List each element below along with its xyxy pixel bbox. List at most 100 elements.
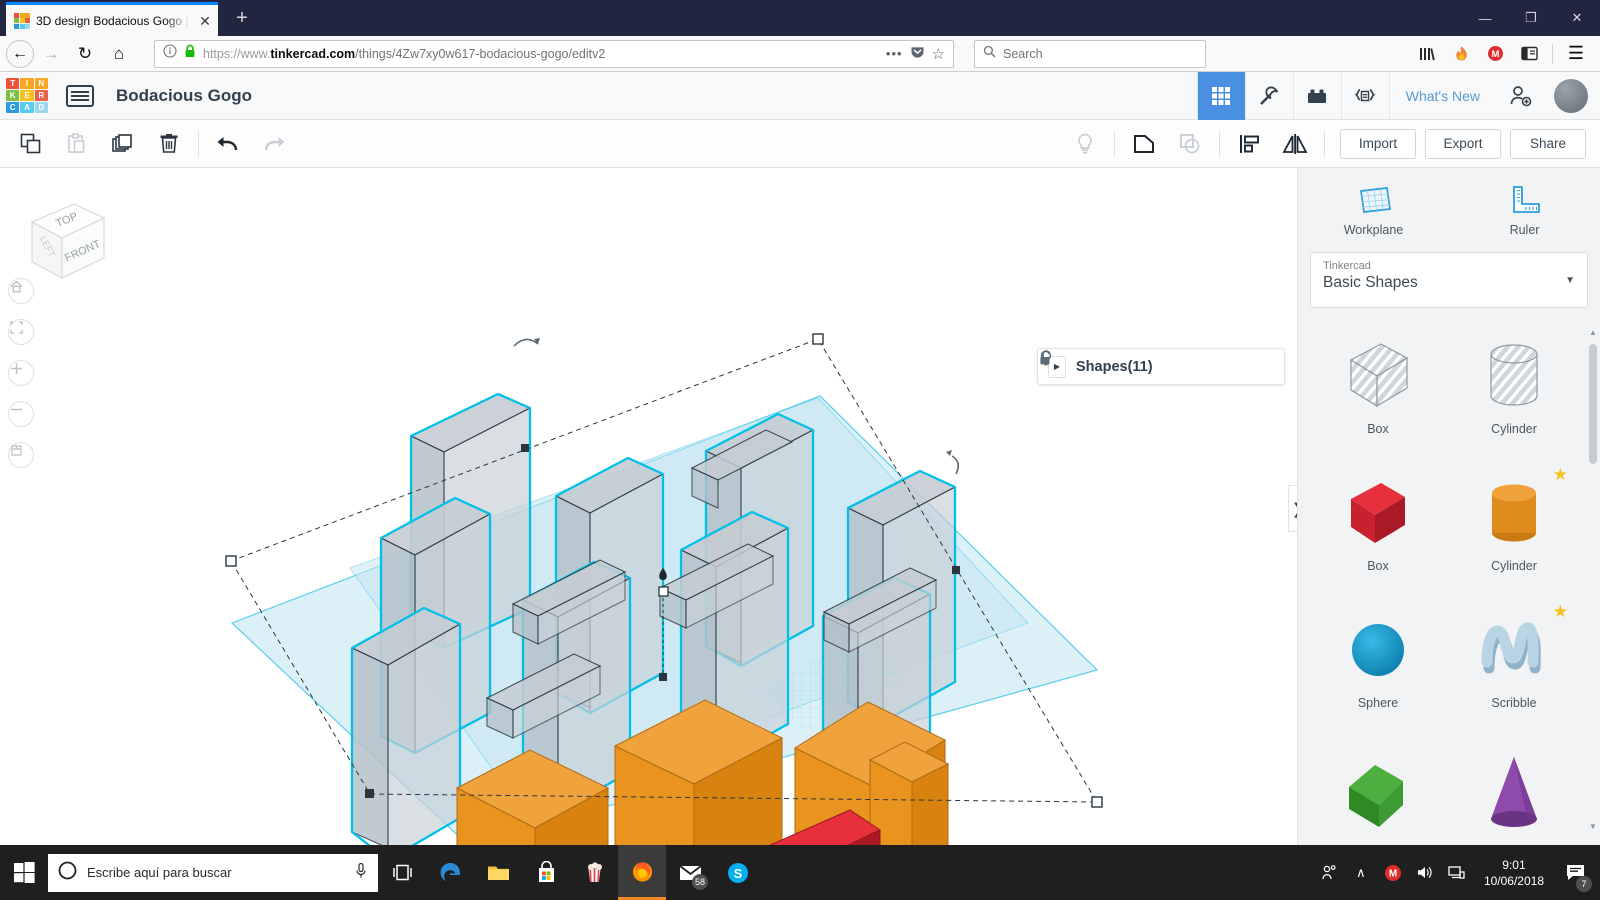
toolbar-divider — [198, 130, 199, 157]
reload-button[interactable]: ↻ — [68, 39, 102, 69]
zoom-out-button[interactable] — [8, 401, 34, 427]
pickaxe-minecraft-icon[interactable] — [1244, 71, 1293, 120]
scroll-up-arrow-icon[interactable]: ▲ — [1588, 326, 1598, 340]
browser-tab[interactable]: 3D design Bodacious Gogo | Tin ✕ — [6, 2, 218, 36]
microsoft-store-icon[interactable] — [522, 845, 570, 900]
shape-item-scribble[interactable]: ★ Scribble — [1446, 600, 1582, 737]
shape-item-sphere[interactable]: Sphere — [1310, 600, 1446, 737]
gmail-extension-icon[interactable]: M — [1479, 39, 1511, 69]
ruler-tool[interactable]: Ruler — [1449, 168, 1600, 252]
windows-start-icon[interactable] — [0, 845, 48, 900]
undo-icon[interactable] — [205, 121, 251, 167]
page-title[interactable]: Bodacious Gogo — [116, 86, 252, 106]
padlock-icon[interactable] — [184, 44, 196, 63]
import-button[interactable]: Import — [1340, 128, 1416, 159]
taskbar-search-input[interactable]: Escribe aquí para buscar — [87, 865, 344, 880]
shape-item-hole-box[interactable]: Box — [1310, 326, 1446, 463]
add-person-icon[interactable] — [1496, 72, 1544, 120]
shape-item-polyhedron[interactable] — [1310, 737, 1446, 834]
shape-item-solid-cylinder[interactable]: ★ Cylinder — [1446, 463, 1582, 600]
hamburger-menu-icon[interactable]: ☰ — [1560, 39, 1592, 69]
copy-icon[interactable] — [8, 121, 54, 167]
view-cube[interactable]: TOP FRONT LEFT — [14, 192, 110, 288]
bookmark-star-icon[interactable]: ☆ — [932, 45, 945, 63]
volume-icon[interactable] — [1410, 845, 1440, 900]
logo-tile-r: R — [34, 89, 48, 102]
forward-button[interactable]: → — [34, 39, 68, 69]
codeblocks-icon[interactable] — [1340, 71, 1389, 120]
tinkercad-logo[interactable]: T I N K E R C A D — [0, 72, 48, 120]
logo-tile-n: N — [34, 77, 48, 89]
shapes-panel[interactable]: ▶ Shapes(11) — [1037, 348, 1285, 385]
minimize-button[interactable]: — — [1462, 0, 1508, 36]
workplane-tool[interactable]: Workplane — [1298, 168, 1449, 252]
close-tab-icon[interactable]: ✕ — [196, 12, 214, 30]
duplicate-icon[interactable] — [100, 121, 146, 167]
delete-trash-icon[interactable] — [146, 121, 192, 167]
people-icon[interactable] — [1314, 845, 1344, 900]
blocks-grid-icon[interactable] — [1196, 71, 1245, 120]
url-bar[interactable]: https://www.tinkercad.com/things/4Zw7xy0… — [154, 39, 954, 68]
designs-list-icon[interactable] — [66, 84, 94, 107]
zoom-in-button[interactable] — [8, 360, 34, 386]
edge-icon[interactable] — [426, 845, 474, 900]
sidebar-toggle-icon[interactable] — [1513, 39, 1545, 69]
pocket-icon[interactable] — [910, 44, 925, 64]
logo-tile-t: T — [6, 77, 20, 89]
shape-item-hole-cylinder[interactable]: Cylinder — [1446, 326, 1582, 463]
search-input[interactable]: Search — [1003, 47, 1043, 61]
taskbar-search[interactable]: Escribe aquí para buscar — [48, 853, 378, 892]
mail-icon[interactable]: 58 — [666, 845, 714, 900]
fit-to-view-button[interactable] — [8, 319, 34, 345]
lego-brick-icon[interactable] — [1292, 71, 1341, 120]
corner-handle — [1091, 796, 1103, 808]
search-bar[interactable]: Search — [974, 39, 1206, 68]
skype-icon[interactable]: S — [714, 845, 762, 900]
shape-library-select[interactable]: Tinkercad Basic Shapes ▼ — [1310, 252, 1588, 308]
malwarebytes-tray-icon[interactable]: M — [1378, 845, 1408, 900]
whats-new-link[interactable]: What's New — [1388, 71, 1496, 120]
browser-tab-title: 3D design Bodacious Gogo | Tin — [36, 13, 190, 28]
home-button[interactable]: ⌂ — [102, 39, 136, 69]
task-view-icon[interactable] — [378, 845, 426, 900]
svg-text:M: M — [1491, 49, 1499, 60]
shape-label: Scribble — [1491, 696, 1537, 710]
rotation-handle — [946, 450, 960, 475]
shape-label: Box — [1367, 422, 1389, 436]
page-info-icon[interactable] — [163, 44, 177, 63]
3d-scene[interactable] — [0, 168, 1297, 845]
ruler-tool-label: Ruler — [1509, 223, 1540, 237]
shape-palette[interactable]: Box Cylinder Box ★ Cylinder Sphere ★ Scr… — [1310, 326, 1582, 834]
library-icon[interactable] — [1411, 39, 1443, 69]
close-window-button[interactable]: ✕ — [1554, 0, 1600, 36]
home-view-button[interactable] — [8, 278, 34, 304]
3d-viewport[interactable]: TOP FRONT LEFT ▶ Shapes(11) — [0, 168, 1297, 845]
page-actions-menu-icon[interactable]: ••• — [886, 46, 903, 61]
clock-time: 9:01 — [1502, 857, 1526, 872]
popcorn-time-icon[interactable] — [570, 845, 618, 900]
show-hidden-icons-chevron[interactable]: ∧ — [1346, 845, 1376, 900]
panel-tools: Workplane Ruler — [1298, 168, 1600, 252]
action-center-icon[interactable]: 7 — [1556, 845, 1594, 900]
perspective-toggle-button[interactable] — [8, 442, 34, 468]
shape-item-cone[interactable] — [1446, 737, 1582, 834]
shape-palette-scrollbar[interactable]: ▲ ▼ — [1588, 326, 1598, 834]
taskbar-clock[interactable]: 9:01 10/06/2018 — [1474, 857, 1554, 889]
align-icon[interactable] — [1226, 121, 1272, 167]
scrollbar-thumb[interactable] — [1589, 344, 1597, 464]
flame-extension-icon[interactable] — [1445, 39, 1477, 69]
mirror-icon[interactable] — [1272, 121, 1318, 167]
file-explorer-icon[interactable] — [474, 845, 522, 900]
back-button[interactable]: ← — [6, 39, 34, 68]
scroll-down-arrow-icon[interactable]: ▼ — [1588, 820, 1598, 834]
firefox-icon[interactable] — [618, 845, 666, 900]
shape-item-solid-box[interactable]: Box — [1310, 463, 1446, 600]
microphone-icon[interactable] — [354, 862, 368, 884]
avatar[interactable] — [1554, 78, 1588, 113]
export-button[interactable]: Export — [1425, 128, 1501, 159]
maximize-button[interactable]: ❐ — [1508, 0, 1554, 36]
new-tab-button[interactable]: + — [228, 6, 256, 32]
share-button[interactable]: Share — [1510, 128, 1586, 159]
network-icon[interactable] — [1442, 845, 1472, 900]
group-icon[interactable] — [1121, 121, 1167, 167]
